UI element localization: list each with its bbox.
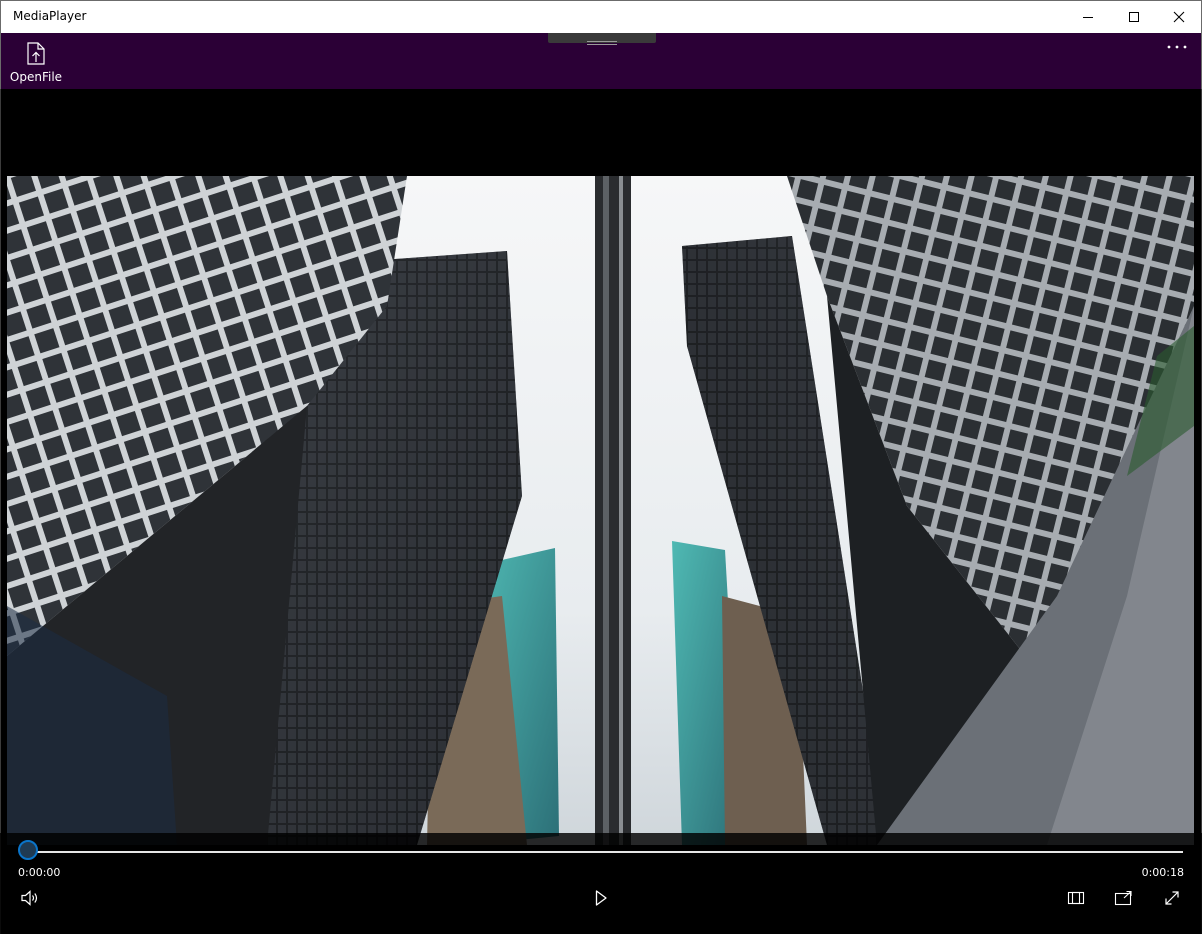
transport-controls: 0:00:00 0:00:18: [0, 833, 1202, 934]
time-total: 0:00:18: [1141, 866, 1184, 879]
more-button[interactable]: [1165, 39, 1189, 53]
open-file-label: OpenFile: [9, 70, 63, 84]
play-icon: [595, 890, 607, 906]
window-title: MediaPlayer: [13, 9, 87, 23]
fullscreen-icon: [1165, 891, 1179, 905]
open-file-button[interactable]: OpenFile: [7, 39, 65, 85]
time-elapsed: 0:00:00: [18, 866, 61, 879]
volume-icon: [21, 890, 38, 906]
more-ellipsis-icon: [1167, 45, 1187, 49]
minimize-icon: [1083, 17, 1093, 18]
close-button[interactable]: [1156, 1, 1202, 33]
drag-handle[interactable]: [548, 33, 656, 45]
seek-bar-track[interactable]: [30, 851, 1183, 853]
minimize-button[interactable]: [1065, 1, 1111, 33]
video-frame[interactable]: [7, 176, 1194, 845]
fullscreen-button[interactable]: [1157, 885, 1187, 911]
title-bar: MediaPlayer: [0, 0, 1202, 33]
zoom-button[interactable]: [1061, 885, 1091, 911]
zoom-fit-icon: [1067, 891, 1085, 905]
maximize-button[interactable]: [1111, 1, 1157, 33]
command-bar: OpenFile: [0, 33, 1202, 89]
play-button[interactable]: [586, 885, 616, 911]
close-icon: [1173, 11, 1185, 23]
video-image: [7, 176, 1194, 845]
maximize-icon: [1129, 12, 1139, 22]
document-upload-icon: [27, 42, 45, 65]
seek-bar-thumb[interactable]: [18, 840, 38, 860]
grip-icon: [587, 41, 617, 45]
cast-button[interactable]: [1109, 885, 1139, 911]
cast-icon: [1114, 890, 1132, 906]
volume-button[interactable]: [15, 885, 45, 911]
